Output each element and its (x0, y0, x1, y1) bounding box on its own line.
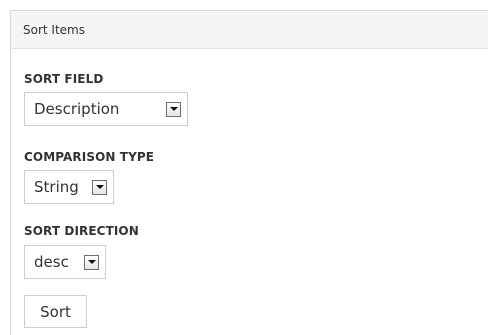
sort-direction-select[interactable]: desc (24, 245, 106, 279)
panel-title: Sort Items (23, 23, 85, 37)
chevron-down-icon[interactable] (166, 101, 181, 117)
comparison-type-value: String (34, 178, 79, 196)
chevron-down-icon[interactable] (84, 254, 99, 270)
sort-items-panel: Sort Items SORT FIELD Description COMPAR… (10, 10, 488, 335)
sort-field-select[interactable]: Description (24, 92, 188, 126)
chevron-down-icon[interactable] (92, 179, 107, 195)
comparison-type-label: COMPARISON TYPE (24, 150, 155, 164)
comparison-type-select[interactable]: String (24, 170, 114, 204)
panel-header: Sort Items (11, 11, 488, 49)
sort-direction-label: SORT DIRECTION (24, 224, 139, 238)
sort-field-value: Description (34, 100, 120, 118)
sort-button[interactable]: Sort (24, 295, 87, 328)
sort-direction-value: desc (34, 253, 69, 271)
sort-field-label: SORT FIELD (24, 72, 104, 86)
